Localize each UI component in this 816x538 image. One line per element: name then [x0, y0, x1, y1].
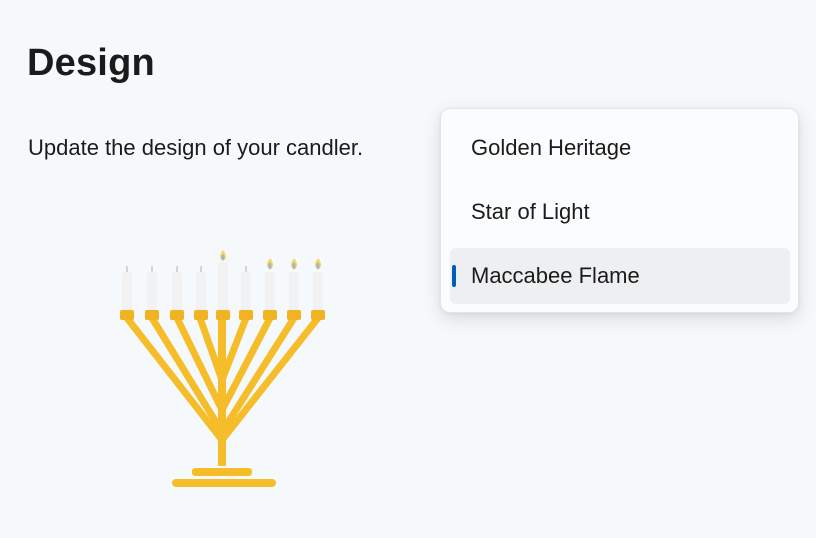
design-dropdown-menu[interactable]: Golden Heritage Star of Light Maccabee F…: [440, 108, 799, 313]
candle-5: [218, 262, 228, 310]
menorah-base: [172, 479, 276, 487]
menorah-foot: [192, 468, 252, 476]
unlit-wicks: [126, 266, 247, 272]
candle-3: [172, 272, 182, 310]
candle-1: [122, 272, 132, 310]
candle-7: [265, 272, 275, 310]
page-description: Update the design of your candler.: [28, 135, 364, 160]
candle-cups: [120, 310, 325, 320]
page-title: Design: [27, 42, 155, 84]
menorah-stem: [218, 316, 226, 466]
dropdown-option-label: Golden Heritage: [471, 135, 632, 160]
dropdown-option-label: Star of Light: [471, 199, 590, 224]
dropdown-option-label: Maccabee Flame: [471, 263, 640, 288]
dropdown-option-star-of-light[interactable]: Star of Light: [450, 184, 790, 240]
candle-2: [147, 272, 157, 310]
selected-indicator: [452, 265, 456, 287]
candle-8: [289, 272, 299, 310]
menorah-illustration: [120, 250, 325, 487]
dropdown-option-maccabee-flame[interactable]: Maccabee Flame: [450, 248, 790, 304]
candle-9: [313, 272, 323, 310]
flames: [220, 250, 321, 270]
dropdown-option-golden-heritage[interactable]: Golden Heritage: [450, 120, 790, 176]
candle-4: [196, 272, 206, 310]
candle-6: [241, 272, 251, 310]
